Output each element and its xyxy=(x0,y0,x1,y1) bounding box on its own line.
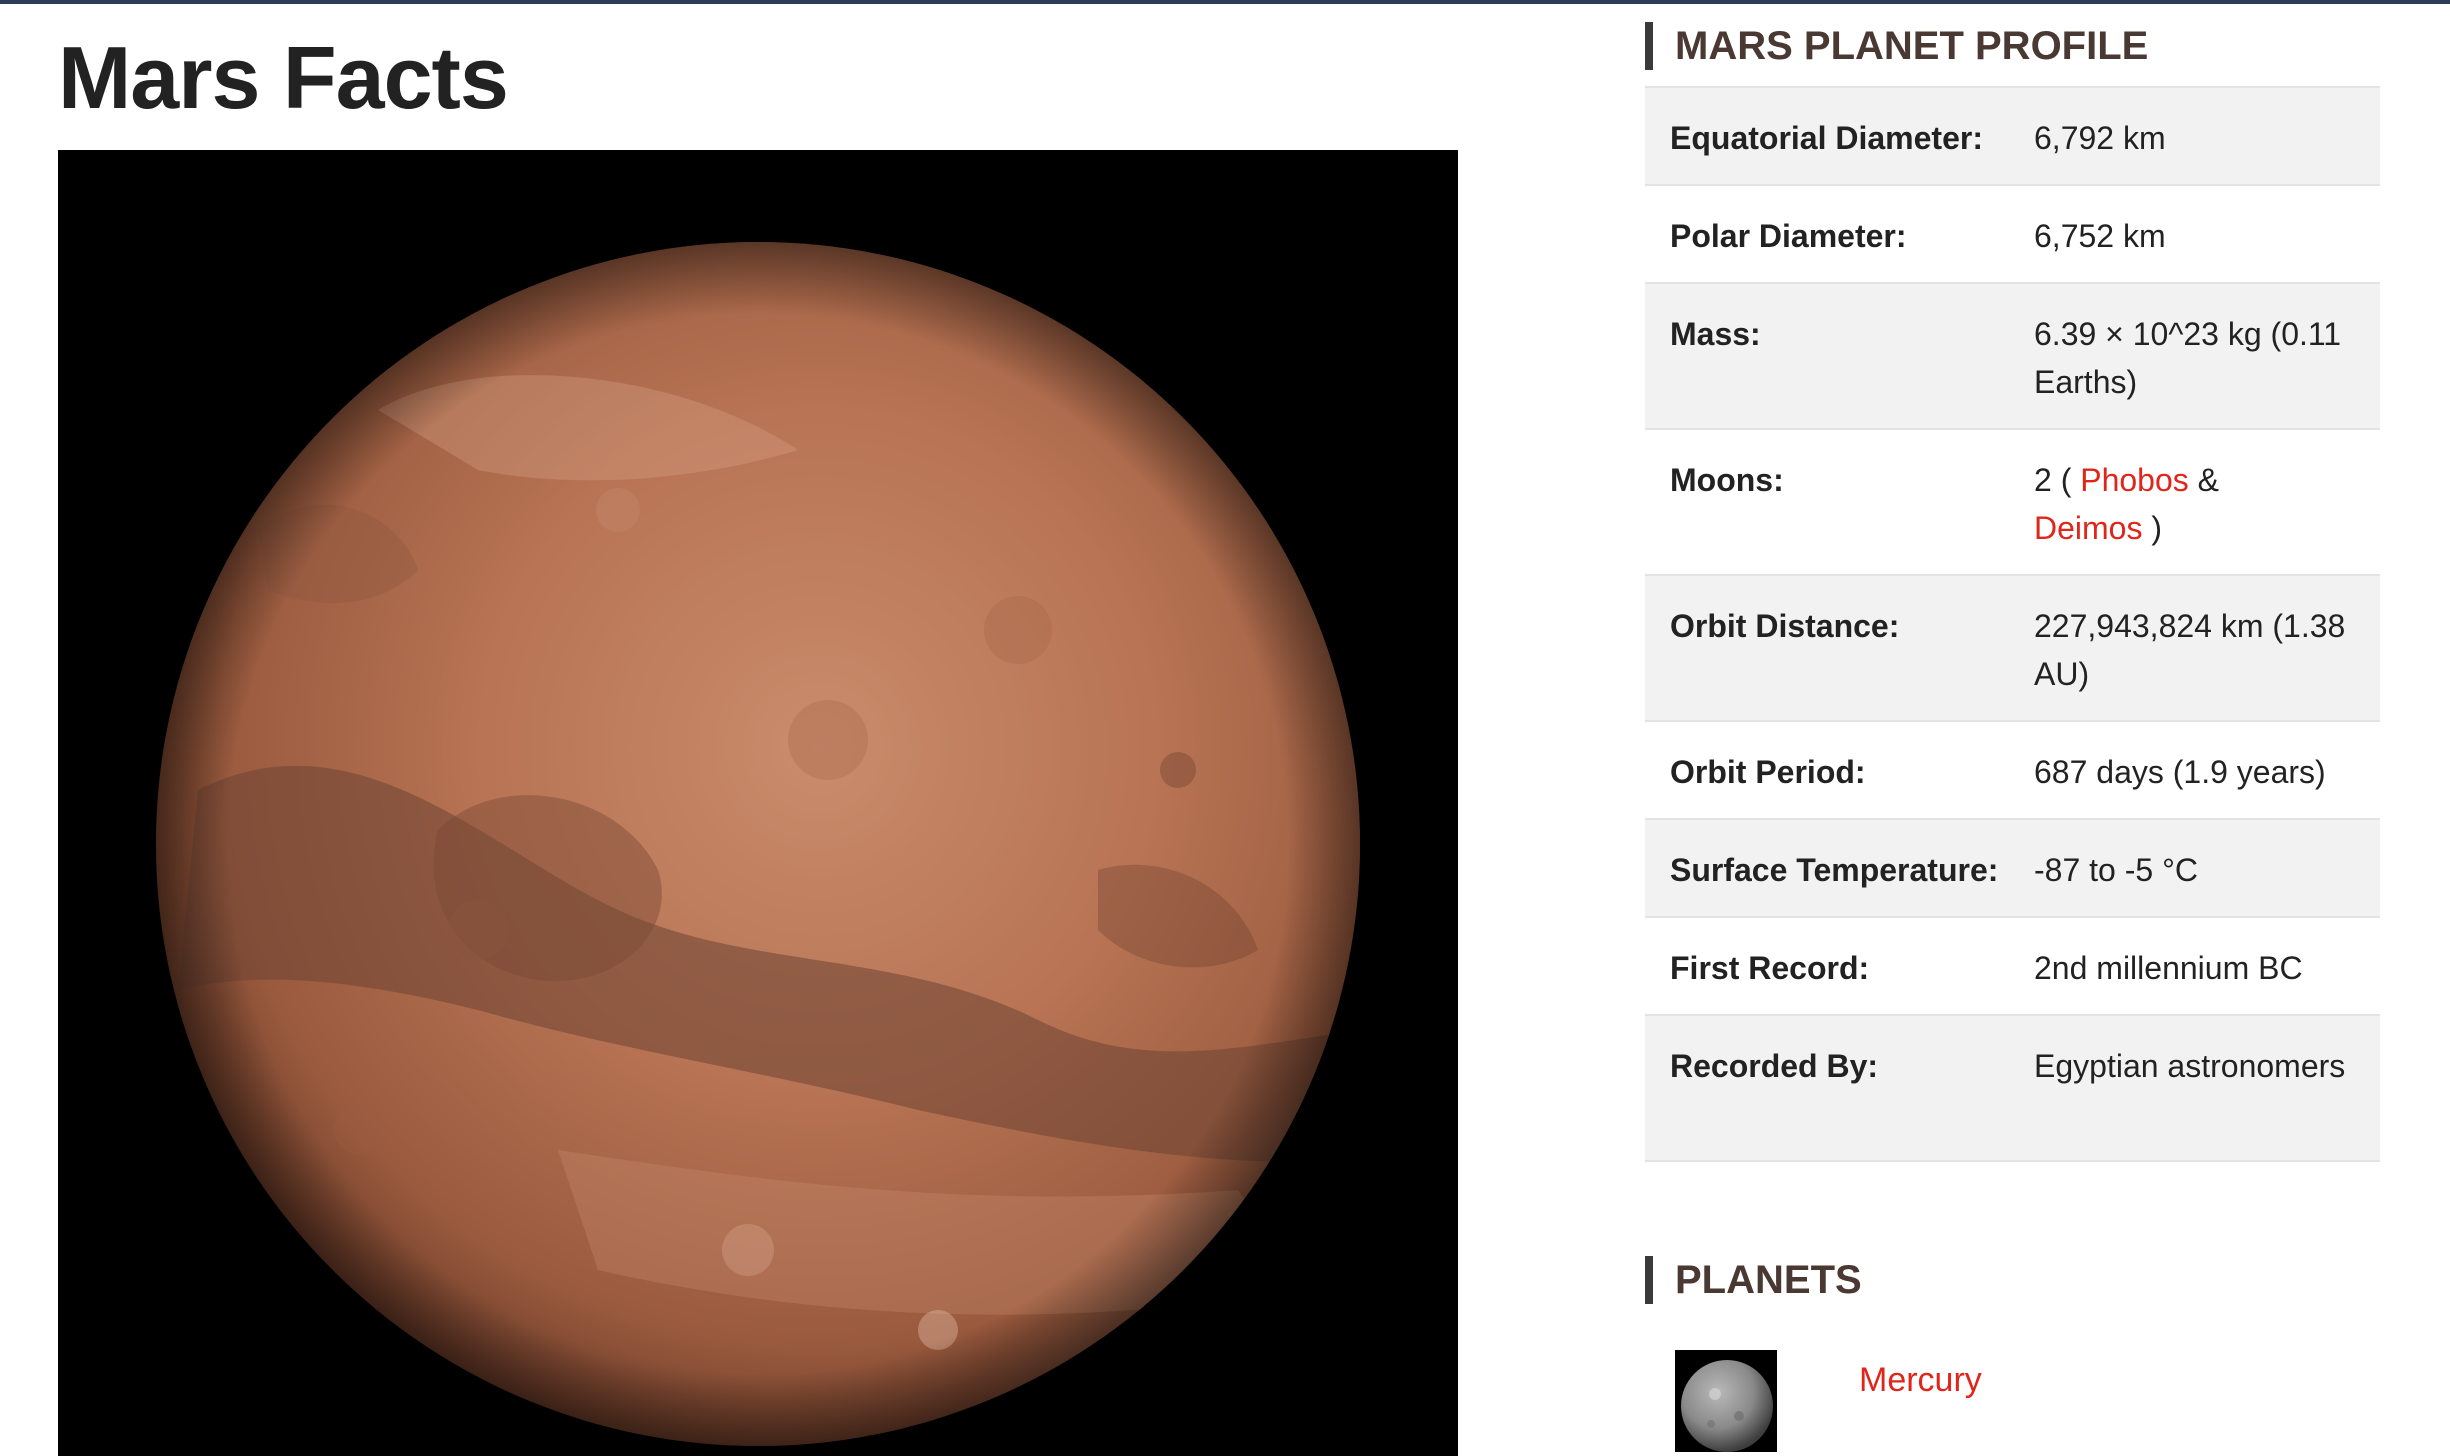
row-value: 6.39 × 10^23 kg (0.11 Earths) xyxy=(2034,316,2342,400)
table-row: Recorded By: Egyptian astronomers xyxy=(1645,1015,2380,1161)
planet-list-item: Mercury xyxy=(1675,1350,2375,1456)
mars-hero-image xyxy=(58,150,1458,1456)
top-border xyxy=(0,0,2450,4)
row-value: 6,752 km xyxy=(2034,218,2166,254)
moons-close: ) xyxy=(2151,510,2163,546)
row-label: Mass: xyxy=(1670,316,1761,352)
deimos-link[interactable]: Deimos xyxy=(2034,510,2142,546)
table-row: Orbit Period: 687 days (1.9 years) xyxy=(1645,721,2380,819)
mercury-link[interactable]: Mercury xyxy=(1859,1356,1982,1404)
row-value: 227,943,824 km (1.38 AU) xyxy=(2034,608,2346,692)
table-row: Mass: 6.39 × 10^23 kg (0.11 Earths) xyxy=(1645,283,2380,429)
moons-count: 2 ( xyxy=(2034,462,2072,498)
table-row: Orbit Distance: 227,943,824 km (1.38 AU) xyxy=(1645,575,2380,721)
row-value: 2 ( Phobos & Deimos ) xyxy=(2010,429,2380,575)
table-row: Surface Temperature: -87 to -5 °C xyxy=(1645,819,2380,917)
row-value: -87 to -5 °C xyxy=(2034,852,2198,888)
table-row: First Record: 2nd millennium BC xyxy=(1645,917,2380,1015)
row-value: 6,792 km xyxy=(2034,120,2166,156)
row-label: Recorded By: xyxy=(1670,1048,1879,1084)
table-row: Polar Diameter: 6,752 km xyxy=(1645,185,2380,283)
row-label: Surface Temperature: xyxy=(1670,852,1999,888)
mercury-thumbnail[interactable] xyxy=(1675,1350,1777,1452)
table-row: Equatorial Diameter: 6,792 km xyxy=(1645,87,2380,185)
row-label: Moons: xyxy=(1670,462,1784,498)
planet-profile-table: Equatorial Diameter: 6,792 km Polar Diam… xyxy=(1645,86,2380,1162)
row-label: Equatorial Diameter: xyxy=(1670,120,1983,156)
table-row: Moons: 2 ( Phobos & Deimos ) xyxy=(1645,429,2380,575)
planets-heading: PLANETS xyxy=(1645,1256,1862,1304)
row-value: Egyptian astronomers xyxy=(2034,1048,2346,1084)
moons-separator: & xyxy=(2197,462,2219,498)
page-title: Mars Facts xyxy=(58,28,509,127)
row-value: 687 days (1.9 years) xyxy=(2034,754,2326,790)
row-label: Polar Diameter: xyxy=(1670,218,1907,254)
profile-heading: MARS PLANET PROFILE xyxy=(1645,22,2148,70)
row-label: Orbit Period: xyxy=(1670,754,1866,790)
row-label: Orbit Distance: xyxy=(1670,608,1900,644)
row-label: First Record: xyxy=(1670,950,1870,986)
phobos-link[interactable]: Phobos xyxy=(2080,462,2189,498)
row-value: 2nd millennium BC xyxy=(2034,950,2303,986)
